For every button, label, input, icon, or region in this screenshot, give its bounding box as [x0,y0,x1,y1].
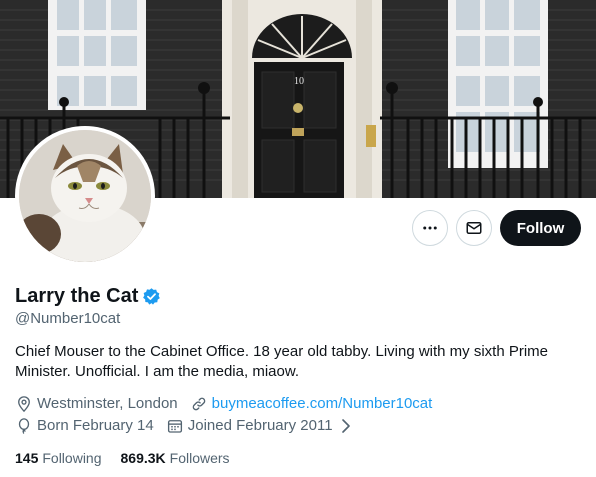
link-icon [192,397,205,411]
location-pin-icon [18,396,30,413]
joined-text: Joined February 2011 [187,417,333,434]
avatar[interactable] [15,126,155,266]
calendar-icon [167,420,182,433]
birthday-text: Born February 14 [37,417,154,434]
follow-stats: 145 Following 869.3K Followers [15,450,249,466]
website[interactable]: buymeacoffee.com/Number10cat [190,394,433,414]
envelope-icon [466,222,482,234]
name-row: Larry the Cat [15,284,161,308]
following-label: Following [42,450,102,466]
follow-button[interactable]: Follow [500,210,581,246]
handle: @Number10cat [15,310,121,327]
verified-badge-icon[interactable] [142,287,161,306]
birthday: Born February 14 [15,416,154,436]
followers-count: 869.3K [120,450,166,466]
profile-meta-row-1: Westminster, London buymeacoffee.com/Num… [15,394,444,414]
location: Westminster, London [15,394,178,414]
bio: Chief Mouser to the Cabinet Office. 18 y… [15,343,549,380]
location-text: Westminster, London [37,395,178,412]
following-link[interactable]: 145 Following [15,450,102,466]
door-number: 10 [294,76,304,87]
profile-meta-row-2: Born February 14 Joined February 2011 [15,416,371,436]
chevron-right-icon [341,419,350,433]
joined-date[interactable]: Joined February 2011 [166,416,359,436]
website-link[interactable]: buymeacoffee.com/Number10cat [212,394,433,414]
followers-label: Followers [169,450,230,466]
more-button[interactable] [412,210,448,246]
more-dots-icon [423,226,437,230]
followers-link[interactable]: 869.3K Followers [121,450,230,466]
following-count: 145 [15,450,39,466]
display-name: Larry the Cat [15,285,139,307]
balloon-icon [18,418,30,434]
message-button[interactable] [456,210,492,246]
